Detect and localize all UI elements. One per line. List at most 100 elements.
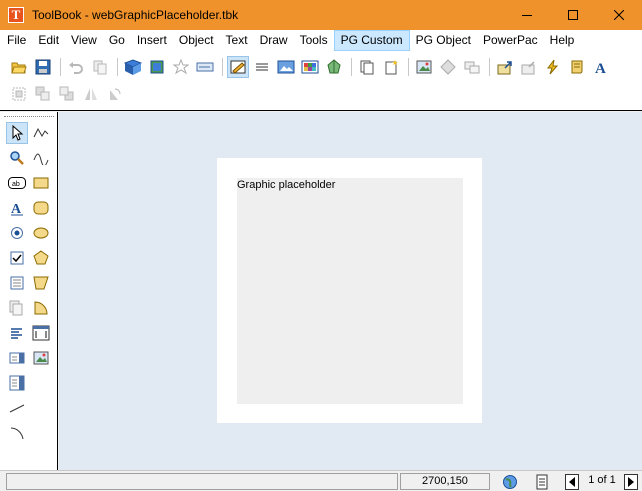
workspace[interactable]: Graphic placeholder	[59, 112, 642, 470]
combobox-tool[interactable]	[6, 347, 28, 369]
menu-insert[interactable]: Insert	[131, 30, 173, 51]
menu-object[interactable]: Object	[173, 30, 220, 51]
close-button[interactable]	[596, 0, 642, 30]
previous-page-button[interactable]	[565, 474, 581, 490]
menu-file[interactable]: File	[1, 30, 32, 51]
minimize-button[interactable]	[504, 0, 550, 30]
font-a-icon: A	[595, 61, 606, 75]
graphic-placeholder-label: Graphic placeholder	[237, 179, 336, 191]
pie-tool[interactable]	[30, 297, 52, 319]
radio-button-icon	[11, 227, 23, 239]
paragraph-tool[interactable]	[6, 322, 28, 344]
flip-horizontal-button[interactable]	[80, 83, 102, 105]
pie-icon	[34, 301, 48, 315]
toolbook-app-icon[interactable]: T	[8, 7, 24, 23]
save-button[interactable]	[32, 56, 54, 78]
curve-tool[interactable]	[30, 147, 52, 169]
send-backward-button[interactable]	[56, 83, 78, 105]
pointer-tool[interactable]	[6, 122, 28, 144]
shape-button[interactable]	[323, 56, 345, 78]
rectangle-icon	[33, 177, 49, 189]
menu-draw[interactable]: Draw	[254, 30, 294, 51]
radio-button-tool[interactable]	[6, 222, 28, 244]
palette-grip[interactable]	[4, 116, 54, 117]
new-page-star-icon	[385, 60, 398, 75]
pentagon-icon	[33, 250, 49, 265]
picture-tool[interactable]	[30, 347, 52, 369]
import-button[interactable]	[518, 56, 540, 78]
polyline-tool[interactable]	[30, 122, 52, 144]
viewer-tool[interactable]	[30, 322, 52, 344]
toolbar-row-main: A	[8, 54, 614, 80]
group-button[interactable]	[8, 83, 30, 105]
line-tool[interactable]	[6, 397, 28, 419]
window-controls	[504, 0, 642, 30]
rounded-rectangle-icon	[33, 201, 49, 215]
rectangle-tool[interactable]	[30, 172, 52, 194]
menu-powerpac[interactable]: PowerPac	[477, 30, 544, 51]
menu-pg-custom[interactable]: PG Custom	[333, 30, 410, 51]
menu-view[interactable]: View	[65, 30, 103, 51]
open-button[interactable]	[8, 56, 30, 78]
stacked-pages-tool[interactable]	[6, 297, 28, 319]
book-properties-button[interactable]	[122, 56, 144, 78]
maximize-icon	[568, 10, 578, 20]
title-bar[interactable]: T ToolBook - webGraphicPlaceholder.tbk	[0, 0, 642, 30]
align-button[interactable]	[251, 56, 273, 78]
checkbox-tool[interactable]	[6, 247, 28, 269]
copy-button[interactable]	[89, 56, 111, 78]
next-page-button[interactable]	[624, 474, 640, 490]
menu-pg-object[interactable]: PG Object	[410, 30, 477, 51]
favorites-button[interactable]	[170, 56, 192, 78]
toolbar-separator	[222, 58, 223, 76]
ellipse-tool[interactable]	[30, 222, 52, 244]
undo-button[interactable]	[65, 56, 87, 78]
minimize-icon	[522, 15, 532, 16]
arc-tool[interactable]	[6, 422, 28, 444]
image-frame-button[interactable]	[275, 56, 297, 78]
book-page[interactable]: Graphic placeholder	[217, 158, 482, 423]
draw-mode-button[interactable]	[227, 56, 249, 78]
insert-image-button[interactable]	[413, 56, 435, 78]
actions-button[interactable]	[542, 56, 564, 78]
web-preview-button[interactable]	[502, 474, 518, 490]
scrolling-list-icon	[9, 375, 25, 391]
export-button[interactable]	[494, 56, 516, 78]
page-view-button[interactable]	[534, 474, 550, 490]
menu-go[interactable]: Go	[103, 30, 131, 51]
menu-text[interactable]: Text	[220, 30, 254, 51]
page-properties-button[interactable]	[146, 56, 168, 78]
irregular-polygon-icon	[33, 276, 49, 290]
rounded-rectangle-tool[interactable]	[30, 197, 52, 219]
menu-help[interactable]: Help	[544, 30, 581, 51]
scrollbar-tool[interactable]	[6, 372, 28, 394]
globe-icon	[503, 475, 517, 489]
field-button[interactable]	[194, 56, 216, 78]
text-field-icon: ab	[8, 177, 26, 189]
font-button[interactable]: A	[590, 56, 612, 78]
maximize-button[interactable]	[550, 0, 596, 30]
listbox-tool[interactable]	[6, 272, 28, 294]
menu-edit[interactable]: Edit	[32, 30, 65, 51]
zoom-tool[interactable]	[6, 147, 28, 169]
arrange-button[interactable]	[461, 56, 483, 78]
menu-tools[interactable]: Tools	[294, 30, 334, 51]
new-background-button[interactable]	[380, 56, 402, 78]
text-tool[interactable]: A	[6, 197, 28, 219]
script-button[interactable]	[566, 56, 588, 78]
bring-forward-button[interactable]	[32, 83, 54, 105]
svg-text:ab: ab	[12, 181, 20, 188]
new-page-button[interactable]	[356, 56, 378, 78]
pointer-tool-icon	[12, 125, 24, 141]
magnifier-icon	[10, 151, 24, 165]
polygon-tool[interactable]	[30, 247, 52, 269]
line-icon	[9, 404, 25, 413]
graphic-placeholder[interactable]: Graphic placeholder	[237, 178, 463, 404]
diamond-button[interactable]	[437, 56, 459, 78]
rotate-button[interactable]	[104, 83, 126, 105]
scroll-icon	[571, 60, 583, 74]
text-field-tool[interactable]: ab	[6, 172, 28, 194]
irregular-polygon-tool[interactable]	[30, 272, 52, 294]
draw-tool-icon	[230, 60, 246, 74]
palette-button[interactable]	[299, 56, 321, 78]
